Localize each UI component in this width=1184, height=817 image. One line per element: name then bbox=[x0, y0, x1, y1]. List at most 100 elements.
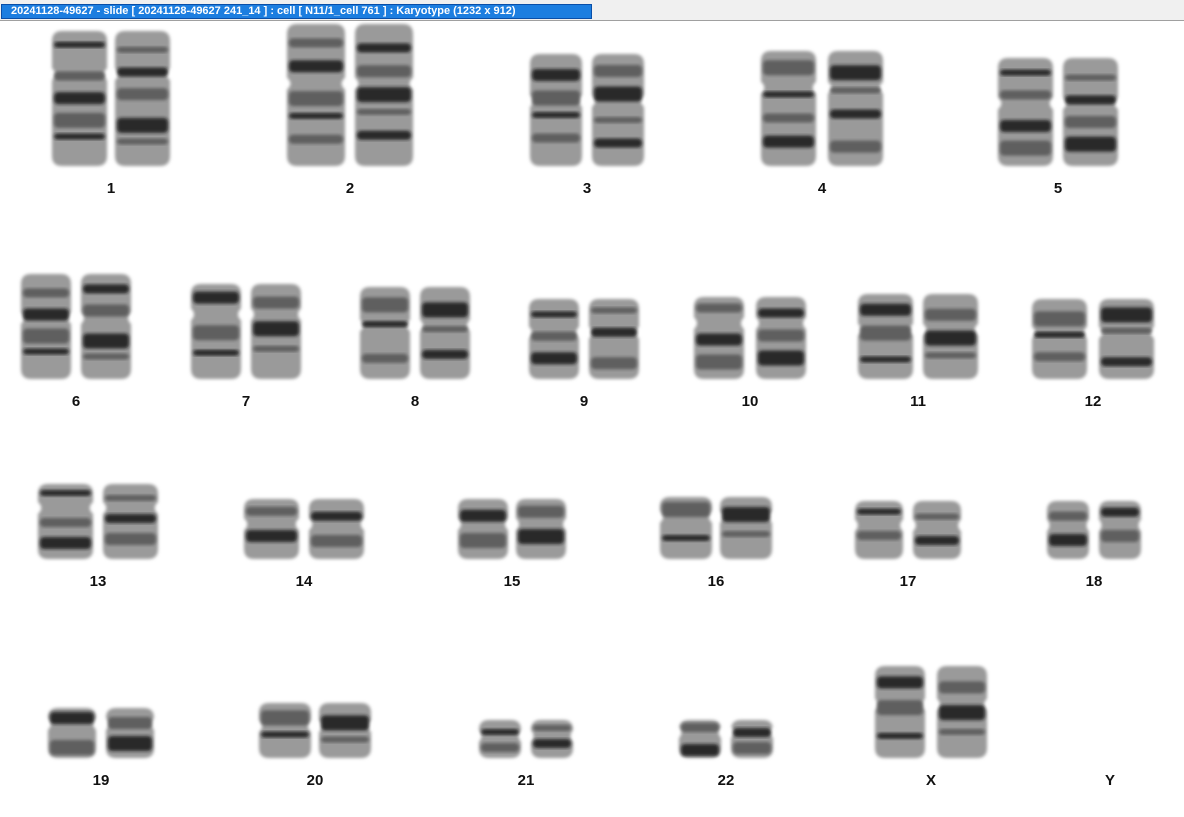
chromosome-pair-10[interactable]: 10 bbox=[694, 297, 806, 423]
chromosome[interactable] bbox=[1099, 299, 1154, 379]
chromosome[interactable] bbox=[720, 497, 772, 559]
chromosome-label: 8 bbox=[410, 393, 420, 410]
chromosome[interactable] bbox=[731, 720, 773, 758]
chromosome[interactable] bbox=[21, 274, 71, 379]
chromosome[interactable] bbox=[998, 58, 1053, 166]
chromosome[interactable] bbox=[360, 287, 410, 379]
chromosome[interactable] bbox=[516, 499, 566, 559]
chromosome-label: 3 bbox=[582, 180, 592, 197]
chromosome[interactable] bbox=[937, 666, 987, 758]
chromosome[interactable] bbox=[244, 499, 299, 559]
chromosome-pair-x[interactable]: X bbox=[875, 666, 987, 802]
chromosome[interactable] bbox=[81, 274, 131, 379]
chromosome[interactable] bbox=[589, 299, 639, 379]
chromosome-label: X bbox=[925, 772, 936, 789]
chromosome[interactable] bbox=[858, 294, 913, 379]
chromosome-pair-4[interactable]: 4 bbox=[761, 51, 883, 210]
chromosome[interactable] bbox=[529, 299, 579, 379]
chromosome-pair-7[interactable]: 7 bbox=[191, 284, 301, 423]
chromosome-label: 13 bbox=[89, 573, 107, 590]
chromosome[interactable] bbox=[420, 287, 470, 379]
chromosome-pair-image bbox=[479, 720, 573, 758]
chromosome-pair-19[interactable]: 19 bbox=[48, 708, 154, 802]
chromosome[interactable] bbox=[191, 284, 241, 379]
chromosome-label: 1 bbox=[106, 180, 116, 197]
chromosome[interactable] bbox=[761, 51, 816, 166]
chromosome-pair-18[interactable]: 18 bbox=[1047, 501, 1141, 603]
chromosome-pair-5[interactable]: 5 bbox=[998, 58, 1118, 210]
chromosome[interactable] bbox=[259, 703, 311, 758]
chromosome[interactable] bbox=[106, 708, 154, 758]
chromosome-pair-image bbox=[244, 499, 364, 559]
window-title[interactable]: 20241128-49627 - slide [ 20241128-49627 … bbox=[1, 4, 592, 19]
chromosome[interactable] bbox=[923, 294, 978, 379]
chromosome-label: 6 bbox=[71, 393, 81, 410]
chromosome-label: 21 bbox=[517, 772, 535, 789]
chromosome[interactable] bbox=[530, 54, 582, 166]
chromosome-pair-image bbox=[360, 287, 470, 379]
chromosome-pair-13[interactable]: 13 bbox=[38, 484, 158, 603]
chromosome-pair-6[interactable]: 6 bbox=[21, 274, 131, 423]
chromosome[interactable] bbox=[531, 720, 573, 758]
chromosome[interactable] bbox=[251, 284, 301, 379]
chromosome[interactable] bbox=[913, 501, 961, 559]
chromosome[interactable] bbox=[1047, 501, 1089, 559]
chromosome[interactable] bbox=[38, 484, 93, 559]
chromosome[interactable] bbox=[52, 31, 107, 166]
chromosome-pair-21[interactable]: 21 bbox=[479, 720, 573, 802]
chromosome[interactable] bbox=[679, 720, 721, 758]
chromosome-pair-image bbox=[458, 499, 566, 559]
chromosome[interactable] bbox=[592, 54, 644, 166]
chromosome[interactable] bbox=[458, 499, 508, 559]
chromosome[interactable] bbox=[48, 708, 96, 758]
chromosome-pair-20[interactable]: 20 bbox=[259, 703, 371, 802]
chromosome-pair-17[interactable]: 17 bbox=[855, 501, 961, 603]
chromosome[interactable] bbox=[1099, 501, 1141, 559]
chromosome-pair-image bbox=[191, 284, 301, 379]
chromosome-label: 17 bbox=[899, 573, 917, 590]
chromosome-pair-image bbox=[875, 666, 987, 758]
chromosome[interactable] bbox=[287, 24, 345, 166]
chromosome[interactable] bbox=[319, 703, 371, 758]
chromosome[interactable] bbox=[694, 297, 744, 379]
chromosome[interactable] bbox=[1063, 58, 1118, 166]
chromosome-pair-image bbox=[679, 720, 773, 758]
chromosome[interactable] bbox=[660, 497, 712, 559]
chromosome-pair-image bbox=[761, 51, 883, 166]
chromosome[interactable] bbox=[103, 484, 158, 559]
chromosome-pair-image bbox=[1032, 299, 1154, 379]
chromosome-pair-16[interactable]: 16 bbox=[660, 497, 772, 603]
chromosome[interactable] bbox=[1032, 299, 1087, 379]
chromosome-label: 4 bbox=[817, 180, 827, 197]
chromosome-pair-22[interactable]: 22 bbox=[679, 720, 773, 802]
chromosome-pair-image bbox=[259, 703, 371, 758]
chromosome-pair-2[interactable]: 2 bbox=[287, 24, 413, 210]
chromosome[interactable] bbox=[828, 51, 883, 166]
chromosome[interactable] bbox=[756, 297, 806, 379]
chromosome-pair-image bbox=[660, 497, 772, 559]
chromosome-pair-y[interactable]: Y bbox=[1090, 758, 1130, 802]
karyotype-canvas: 1 2 3 4 5 6 7 8 9 10 11 12 13 14 15 16 17 18 19 20 21 22 X Y bbox=[0, 22, 1184, 817]
chromosome-label: 7 bbox=[241, 393, 251, 410]
chromosome-label: 12 bbox=[1084, 393, 1102, 410]
chromosome-pair-15[interactable]: 15 bbox=[458, 499, 566, 603]
chromosome[interactable] bbox=[479, 720, 521, 758]
chromosome-pair-14[interactable]: 14 bbox=[244, 499, 364, 603]
chromosome-label: 14 bbox=[295, 573, 313, 590]
chromosome-pair-11[interactable]: 11 bbox=[858, 294, 978, 423]
chromosome-pair-1[interactable]: 1 bbox=[52, 31, 170, 210]
chromosome-pair-image bbox=[694, 297, 806, 379]
chromosome-pair-image bbox=[855, 501, 961, 559]
chromosome-label: 18 bbox=[1085, 573, 1103, 590]
chromosome-pair-12[interactable]: 12 bbox=[1032, 299, 1154, 423]
chromosome[interactable] bbox=[855, 501, 903, 559]
chromosome[interactable] bbox=[355, 24, 413, 166]
chromosome-label: 9 bbox=[579, 393, 589, 410]
chromosome-pair-3[interactable]: 3 bbox=[530, 54, 644, 210]
chromosome[interactable] bbox=[875, 666, 925, 758]
chromosome-pair-8[interactable]: 8 bbox=[360, 287, 470, 423]
chromosome-pair-9[interactable]: 9 bbox=[529, 299, 639, 423]
chromosome[interactable] bbox=[309, 499, 364, 559]
chromosome-label: 22 bbox=[717, 772, 735, 789]
chromosome[interactable] bbox=[115, 31, 170, 166]
